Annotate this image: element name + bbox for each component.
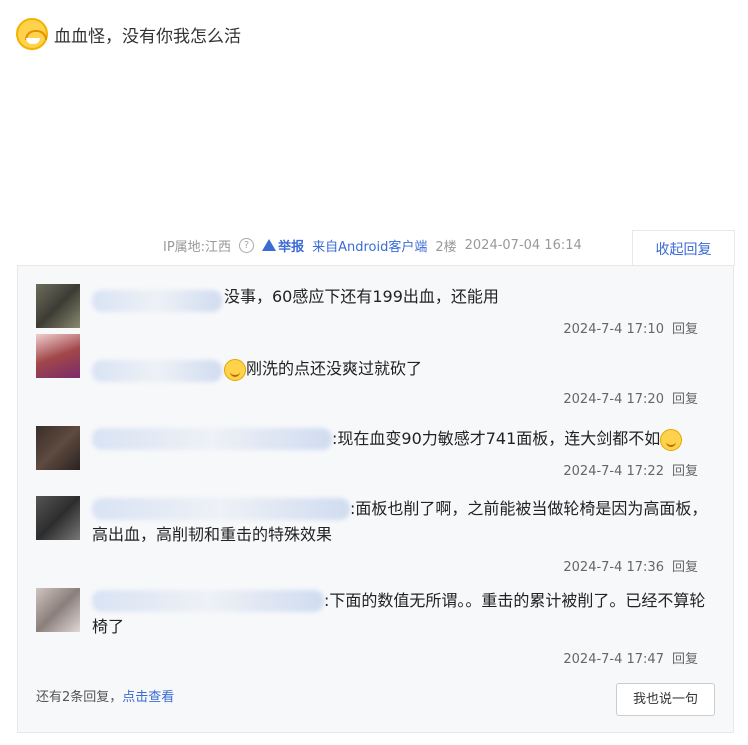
say-something-button[interactable]: 我也说一句 [616, 683, 715, 716]
crying-emoji-icon [16, 18, 48, 50]
help-icon[interactable]: ? [239, 238, 255, 253]
reply-text: :下面的数值无所谓。。重击的累计被削了。已经不算轮椅了 [92, 591, 706, 636]
reply-item: :现在血变90力敏感才741面板，连大剑都不如 2024-7-4 17:22 回复 [36, 426, 716, 486]
reply-text-row: 刚洗的点还没爽过就砍了 [224, 356, 422, 382]
smile-emoji-icon [224, 358, 246, 381]
avatar[interactable] [36, 588, 80, 632]
avatar[interactable] [36, 334, 80, 378]
reply-text: :面板也削了啊，之前能被当做轮椅是因为高面板，高出血，高削韧和重击的特殊效果 [92, 499, 708, 544]
reply-time: 2024-7-4 17:20 [563, 392, 664, 407]
post-text: 血血怪，没有你我怎么活 [54, 26, 241, 47]
reply-text-row: :现在血变90力敏感才741面板，连大剑都不如 [332, 426, 683, 452]
avatar[interactable] [36, 284, 80, 328]
reply-time-row: 2024-7-4 17:20 回复 [563, 388, 698, 407]
reply-button[interactable]: 回复 [672, 560, 698, 575]
post-meta: IP属地:江西 ? 举报 来自Android客户端 2楼 2024-07-04 … [163, 236, 582, 255]
ip-location: IP属地:江西 [163, 240, 232, 255]
post-datetime: 2024-07-04 16:14 [464, 238, 582, 253]
reply-time-row: 2024-7-4 17:36 回复 [563, 556, 698, 575]
reply-time: 2024-7-4 17:22 [563, 464, 664, 479]
avatar[interactable] [36, 496, 80, 540]
reply-item: :面板也削了啊，之前能被当做轮椅是因为高面板，高出血，高削韧和重击的特殊效果 2… [36, 496, 716, 575]
smile-emoji-icon [660, 428, 683, 451]
post-content: 血血怪，没有你我怎么活 [16, 18, 241, 50]
reply-button[interactable]: 回复 [672, 652, 698, 667]
avatar[interactable] [36, 426, 80, 470]
floor-number: 2楼 [435, 240, 457, 255]
more-replies: 还有2条回复，点击查看 [36, 686, 174, 705]
reply-time-row: 2024-7-4 17:22 回复 [563, 460, 698, 479]
reply-button[interactable]: 回复 [672, 392, 698, 407]
reply-text: 没事，60感应下还有199出血，还能用 [224, 287, 499, 306]
report-link[interactable]: 举报 [262, 236, 304, 255]
username-blurred[interactable] [92, 290, 222, 312]
reply-time: 2024-7-4 17:36 [563, 560, 664, 575]
view-more-link[interactable]: 点击查看 [122, 690, 174, 705]
reply-text: :现在血变90力敏感才741面板，连大剑都不如 [332, 429, 661, 448]
reply-text: 刚洗的点还没爽过就砍了 [246, 359, 423, 378]
reply-item: 刚洗的点还没爽过就砍了 2024-7-4 17:20 回复 [36, 334, 716, 407]
reply-button[interactable]: 回复 [672, 464, 698, 479]
more-replies-text: 还有2条回复， [36, 690, 123, 705]
reply-time-row: 2024-7-4 17:47 回复 [563, 648, 698, 667]
reply-time: 2024-7-4 17:47 [563, 652, 664, 667]
username-blurred[interactable] [92, 428, 332, 450]
reply-item: :下面的数值无所谓。。重击的累计被削了。已经不算轮椅了 2024-7-4 17:… [36, 588, 716, 667]
source-link[interactable]: 来自Android客户端 [312, 236, 427, 255]
username-blurred[interactable] [92, 360, 222, 382]
warning-icon [262, 239, 277, 251]
collapse-replies-button[interactable]: 收起回复 [632, 230, 735, 266]
reply-panel: 没事，60感应下还有199出血，还能用 2024-7-4 17:10 回复 刚洗的… [17, 265, 734, 733]
